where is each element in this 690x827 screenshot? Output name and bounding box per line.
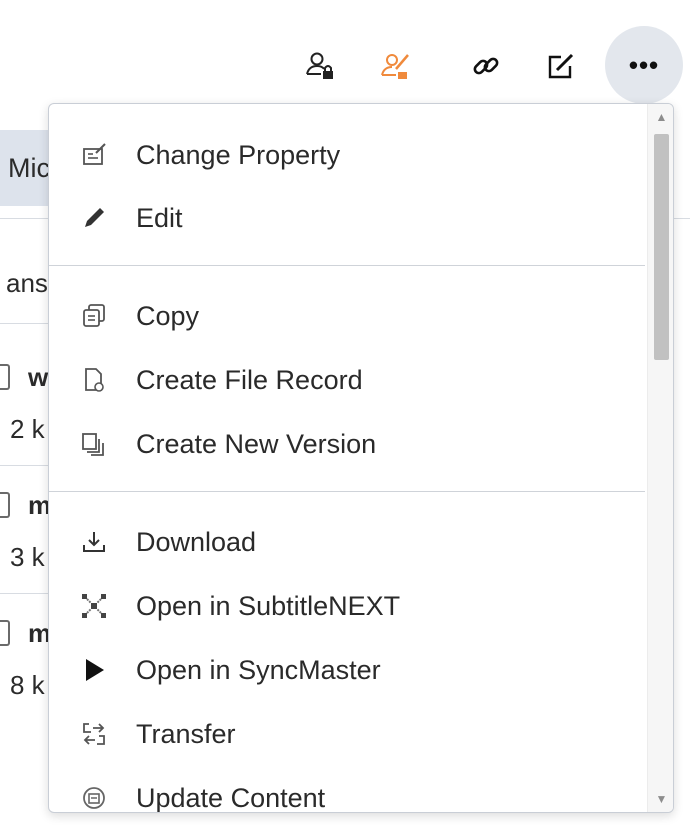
background-section-label: ans [6, 268, 48, 298]
more-icon: ••• [628, 49, 660, 80]
menu-item-open-in-syncmaster[interactable]: Open in SyncMaster [49, 642, 645, 698]
copy-icon [77, 299, 111, 333]
divider [0, 465, 48, 466]
menu-item-label: Transfer [136, 718, 236, 749]
new-version-icon [77, 427, 111, 461]
page: ••• Mic ans w 2 k m 3 k m 8 k Change Pro… [0, 0, 690, 827]
background-tab-label: Mic [8, 152, 50, 183]
menu-item-edit[interactable]: Edit [49, 190, 645, 246]
link-icon[interactable] [464, 44, 508, 88]
menu-item-label: Update Content [136, 782, 326, 813]
menu-item-create-file-record[interactable]: Create File Record [49, 352, 645, 408]
menu-item-transfer[interactable]: Transfer [49, 706, 645, 762]
user-lock-icon[interactable] [299, 44, 343, 88]
file-size: 3 k [10, 542, 45, 572]
menu-item-create-new-version[interactable]: Create New Version [49, 416, 645, 472]
transfer-icon [77, 717, 111, 751]
scroll-down-icon[interactable]: ▼ [648, 786, 673, 812]
menu-item-open-in-subtitlenext[interactable]: Open in SubtitleNEXT [49, 578, 645, 634]
download-icon [77, 525, 111, 559]
menu-item-label: Create File Record [136, 364, 363, 395]
update-content-icon [77, 781, 111, 812]
edit-note-icon[interactable] [539, 44, 583, 88]
file-size: 2 k [10, 414, 45, 444]
file-name[interactable]: m [28, 618, 48, 649]
menu-item-copy[interactable]: Copy [49, 288, 645, 344]
property-sheet-icon [77, 138, 111, 172]
menu-item-label: Change Property [136, 139, 341, 170]
file-icon [0, 364, 10, 390]
menu-item-label: Download [136, 526, 257, 557]
scroll-up-icon[interactable]: ▲ [648, 104, 673, 130]
menu-item-download[interactable]: Download [49, 514, 645, 570]
file-icon [0, 620, 10, 646]
file-name[interactable]: w [28, 362, 48, 393]
file-size: 8 k [10, 670, 45, 700]
play-icon [77, 653, 111, 687]
more-button[interactable]: ••• [605, 26, 683, 104]
menu-item-update-content[interactable]: Update Content [49, 770, 645, 813]
menu-item-label: Open in SyncMaster [136, 654, 381, 685]
menu-item-label: Create New Version [136, 428, 377, 459]
pencil-icon [77, 201, 111, 235]
subtitlenext-icon [77, 589, 111, 623]
file-record-icon [77, 363, 111, 397]
user-edit-lock-icon[interactable] [375, 44, 419, 88]
scroll-thumb[interactable] [654, 134, 669, 360]
menu-item-label: Copy [136, 300, 200, 331]
divider [0, 593, 48, 594]
menu-item-label: Open in SubtitleNEXT [136, 590, 401, 621]
divider [0, 323, 48, 324]
file-icon [0, 492, 10, 518]
menu-item-label: Edit [136, 202, 183, 233]
menu-divider [49, 265, 645, 266]
actions-menu: Change Property Edit Copy Create File Re… [48, 103, 674, 813]
menu-scrollbar[interactable]: ▲ ▼ [647, 104, 673, 812]
menu-divider [49, 491, 645, 492]
menu-item-change-property[interactable]: Change Property [49, 127, 645, 183]
file-name[interactable]: m [28, 490, 48, 521]
